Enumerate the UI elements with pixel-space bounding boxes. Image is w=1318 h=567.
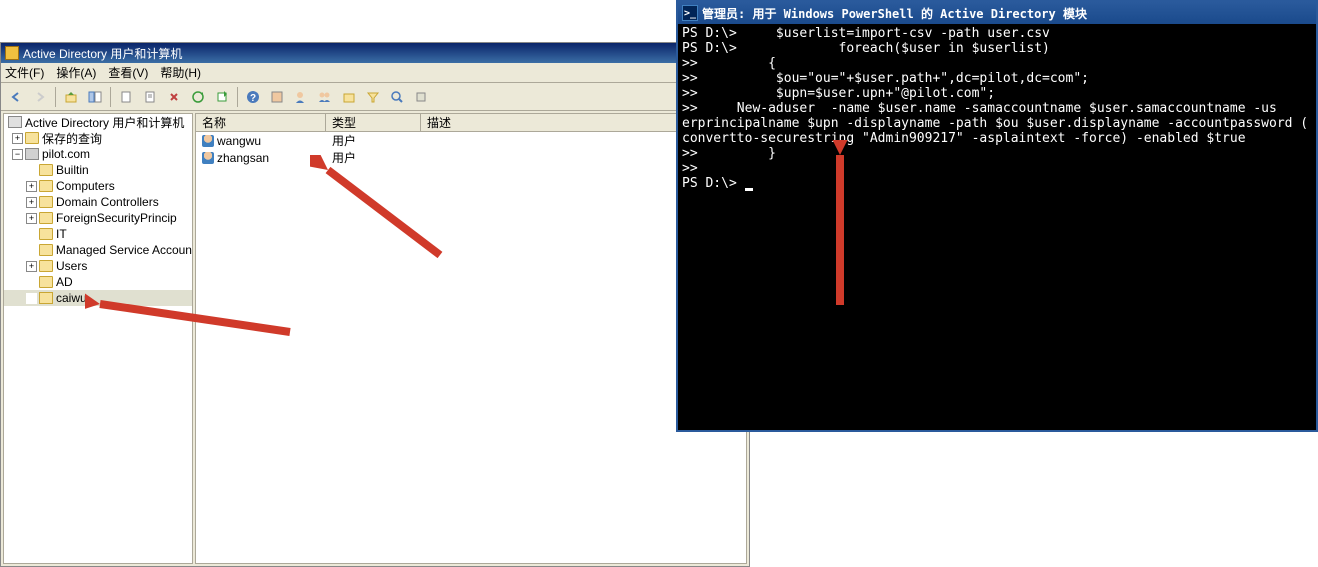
powershell-icon: >_ bbox=[682, 5, 698, 21]
ps-terminal[interactable]: PS D:\> $userlist=import-csv -path user.… bbox=[678, 24, 1316, 430]
ps-titlebar[interactable]: >_ 管理员: 用于 Windows PowerShell 的 Active D… bbox=[678, 2, 1316, 24]
list-row[interactable]: zhangsan 用户 bbox=[196, 149, 746, 166]
tree-users[interactable]: + Users bbox=[4, 258, 192, 274]
ad-titlebar[interactable]: Active Directory 用户和计算机 bbox=[1, 43, 749, 63]
tree-it[interactable]: IT bbox=[4, 226, 192, 242]
tree-builtin[interactable]: Builtin bbox=[4, 162, 192, 178]
collapse-toggle[interactable]: − bbox=[12, 149, 23, 160]
filter-button[interactable] bbox=[362, 86, 384, 108]
cursor-icon bbox=[745, 188, 753, 191]
back-button[interactable] bbox=[5, 86, 27, 108]
expand-toggle[interactable]: + bbox=[26, 261, 37, 272]
ps-line: >> New-aduser -name $user.name -samaccou… bbox=[682, 101, 1277, 116]
find-button[interactable] bbox=[266, 86, 288, 108]
ps-title-text: 管理员: 用于 Windows PowerShell 的 Active Dire… bbox=[702, 5, 1087, 22]
tree-root-icon bbox=[8, 116, 22, 128]
ps-line: >> bbox=[682, 161, 698, 176]
folder-icon bbox=[39, 260, 53, 272]
ps-line: >> $ou="ou="+$user.path+",dc=pilot,dc=co… bbox=[682, 71, 1089, 86]
list-row[interactable]: wangwu 用户 bbox=[196, 132, 746, 149]
find-objects-button[interactable] bbox=[386, 86, 408, 108]
ps-line: PS D:\> $userlist=import-csv -path user.… bbox=[682, 26, 1050, 41]
show-hide-tree-button[interactable] bbox=[84, 86, 106, 108]
ps-line: >> } bbox=[682, 146, 776, 161]
folder-open-icon bbox=[39, 292, 53, 304]
folder-icon bbox=[39, 180, 53, 192]
expand-toggle[interactable]: + bbox=[26, 181, 37, 192]
ad-list-pane[interactable]: 名称 类型 描述 wangwu 用户 zhangsan 用户 bbox=[195, 113, 747, 564]
tree-domain[interactable]: − pilot.com bbox=[4, 146, 192, 162]
expand-toggle[interactable]: + bbox=[26, 213, 37, 224]
folder-icon bbox=[39, 228, 53, 240]
tree-root[interactable]: Active Directory 用户和计算机 bbox=[4, 114, 192, 130]
tree-msa[interactable]: Managed Service Accoun bbox=[4, 242, 192, 258]
folder-icon bbox=[39, 196, 53, 208]
tree-domain-controllers[interactable]: + Domain Controllers bbox=[4, 194, 192, 210]
menu-help[interactable]: 帮助(H) bbox=[160, 64, 201, 81]
forward-button[interactable] bbox=[29, 86, 51, 108]
ps-line: >> $upn=$user.upn+"@pilot.com"; bbox=[682, 86, 995, 101]
list-header: 名称 类型 描述 bbox=[196, 114, 746, 132]
ad-menubar: 文件(F) 操作(A) 查看(V) 帮助(H) bbox=[1, 63, 749, 83]
refresh-button[interactable] bbox=[187, 86, 209, 108]
help-button[interactable]: ? bbox=[242, 86, 264, 108]
user-icon bbox=[202, 135, 214, 147]
tree-computers[interactable]: + Computers bbox=[4, 178, 192, 194]
svg-text:?: ? bbox=[250, 93, 256, 104]
new-user-button[interactable] bbox=[290, 86, 312, 108]
ps-line: PS D:\> bbox=[682, 176, 745, 191]
tree-caiwu[interactable]: caiwu bbox=[4, 290, 192, 306]
powershell-window: >_ 管理员: 用于 Windows PowerShell 的 Active D… bbox=[676, 0, 1318, 432]
folder-icon bbox=[39, 164, 53, 176]
user-icon bbox=[202, 152, 214, 164]
folder-icon bbox=[25, 132, 39, 144]
domain-icon bbox=[25, 148, 39, 160]
ps-line: convertto-securestring "Admin909217" -as… bbox=[682, 131, 1246, 146]
add-criteria-button[interactable] bbox=[410, 86, 432, 108]
ps-line: >> { bbox=[682, 56, 776, 71]
ps-line: erprincipalname $upn -displayname -path … bbox=[682, 116, 1308, 131]
ad-tree-pane[interactable]: Active Directory 用户和计算机 + 保存的查询 − pilot.… bbox=[3, 113, 193, 564]
tree-ad[interactable]: AD bbox=[4, 274, 192, 290]
menu-file[interactable]: 文件(F) bbox=[5, 64, 44, 81]
cut-button[interactable] bbox=[115, 86, 137, 108]
ad-app-icon bbox=[5, 46, 19, 60]
menu-view[interactable]: 查看(V) bbox=[108, 64, 148, 81]
expand-toggle[interactable]: + bbox=[26, 197, 37, 208]
folder-icon bbox=[39, 212, 53, 224]
col-header-type[interactable]: 类型 bbox=[326, 114, 421, 131]
col-header-name[interactable]: 名称 bbox=[196, 114, 326, 131]
new-group-button[interactable] bbox=[314, 86, 336, 108]
tree-fsp[interactable]: + ForeignSecurityPrincip bbox=[4, 210, 192, 226]
ad-title-text: Active Directory 用户和计算机 bbox=[23, 45, 182, 62]
expand-toggle[interactable]: + bbox=[12, 133, 23, 144]
tree-saved-queries[interactable]: + 保存的查询 bbox=[4, 130, 192, 146]
new-ou-button[interactable] bbox=[338, 86, 360, 108]
folder-icon bbox=[39, 244, 53, 256]
ad-toolbar: ? bbox=[1, 83, 749, 111]
ad-users-computers-window: Active Directory 用户和计算机 文件(F) 操作(A) 查看(V… bbox=[0, 42, 750, 567]
ps-line: PS D:\> foreach($user in $userlist) bbox=[682, 41, 1050, 56]
menu-action[interactable]: 操作(A) bbox=[56, 64, 96, 81]
folder-icon bbox=[39, 276, 53, 288]
up-button[interactable] bbox=[60, 86, 82, 108]
delete-button[interactable] bbox=[163, 86, 185, 108]
properties-button[interactable] bbox=[139, 86, 161, 108]
export-button[interactable] bbox=[211, 86, 233, 108]
